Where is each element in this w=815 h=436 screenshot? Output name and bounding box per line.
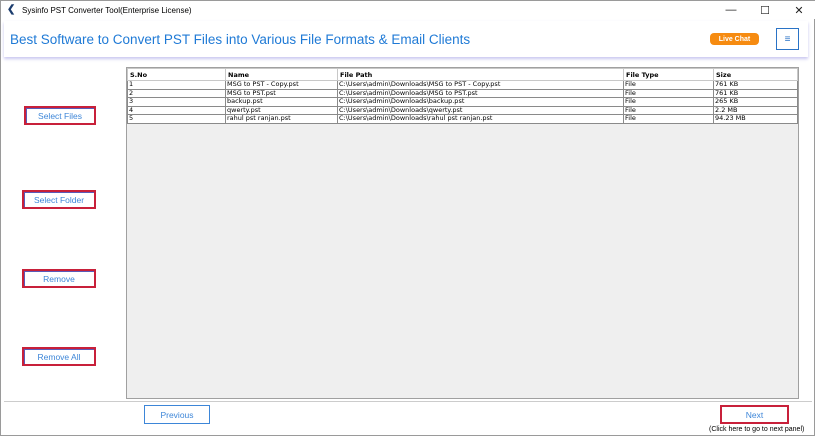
column-header[interactable]: File Path [337,68,624,81]
app-logo-icon: ❮ [7,4,16,15]
header-banner: Best Software to Convert PST Files into … [4,21,808,57]
table-cell: rahul pst ranjan.pst [225,114,338,124]
select-folder-button[interactable]: Select Folder [22,190,96,209]
footer [4,401,812,435]
remove-all-button[interactable]: Remove All [22,347,96,366]
table-row[interactable]: 4 qwerty.pst C:\Users\admin\Downloads\qwer… [127,105,798,115]
table-cell: qwerty.pst [225,105,338,115]
table-cell: 761 KB [713,88,798,98]
window-title: Sysinfo PST Converter Tool(Enterprise Li… [22,5,192,15]
maximize-button[interactable]: ☐ [748,1,782,19]
table-cell: 2.2 MB [713,105,798,115]
table-cell: 3 [127,97,226,107]
table-row[interactable]: 3 backup.pst C:\Users\admin\Downloads\back… [127,97,798,107]
table-cell: File [623,114,714,124]
table-cell: File [623,105,714,115]
select-files-button[interactable]: Select Files [24,106,96,125]
table-cell: 2 [127,88,226,98]
table-cell: C:\Users\admin\Downloads\qwerty.pst [337,105,624,115]
column-header[interactable]: Name [225,68,338,81]
table-row[interactable]: 1 MSG to PST - Copy.pst C:\Users\admin\Dow… [127,80,798,90]
table-cell: C:\Users\admin\Downloads\MSG to PST.pst [337,88,624,98]
minimize-button[interactable]: — [714,1,748,19]
headline: Best Software to Convert PST Files into … [10,31,471,47]
table-cell: 5 [127,114,226,124]
table-cell: 1 [127,80,226,90]
table-cell: C:\Users\admin\Downloads\rahul pst ranja… [337,114,624,124]
file-table: S.No Name File Path File Type Size 1 MSG to P… [127,68,798,124]
table-row[interactable]: 5 rahul pst ranjan.pst C:\Users\admin\Down… [127,114,798,124]
column-header[interactable]: Size [713,68,798,81]
table-row[interactable]: 2 MSG to PST.pst C:\Users\admin\Downloads\… [127,88,798,98]
table-cell: C:\Users\admin\Downloads\MSG to PST - Co… [337,80,624,90]
table-cell: 4 [127,105,226,115]
live-chat-button[interactable]: Live Chat [710,33,759,45]
table-cell: C:\Users\admin\Downloads\backup.pst [337,97,624,107]
table-cell: 265 KB [713,97,798,107]
previous-button[interactable]: Previous [144,405,210,424]
remove-button[interactable]: Remove [22,269,96,288]
file-grid[interactable]: S.No Name File Path File Type Size 1 MSG to P… [126,67,799,399]
next-hint: (Click here to go to next panel) [709,426,805,433]
table-cell: MSG to PST.pst [225,88,338,98]
table-cell: File [623,97,714,107]
close-button[interactable]: ✕ [782,1,815,19]
title-bar: ❮ Sysinfo PST Converter Tool(Enterprise … [1,1,815,19]
column-header[interactable]: File Type [623,68,714,81]
next-button[interactable]: Next [720,405,789,424]
table-cell: 761 KB [713,80,798,90]
table-cell: MSG to PST - Copy.pst [225,80,338,90]
column-header[interactable]: S.No [127,68,226,81]
table-cell: 94.23 MB [713,114,798,124]
menu-icon[interactable]: ≡ [776,28,799,50]
table-cell: backup.pst [225,97,338,107]
table-cell: File [623,80,714,90]
table-cell: File [623,88,714,98]
